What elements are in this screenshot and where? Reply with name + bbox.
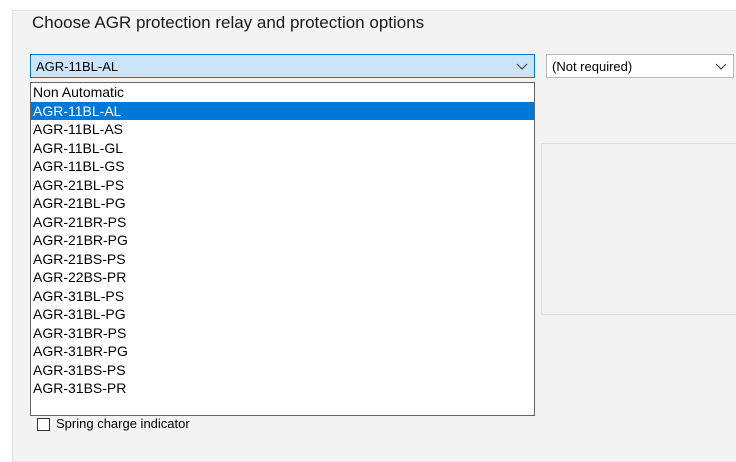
relay-list-item[interactable]: AGR-31BS-PS — [31, 361, 534, 380]
relay-combobox[interactable]: AGR-11BL-AL — [30, 54, 535, 78]
relay-list-item[interactable]: AGR-11BL-GS — [31, 157, 534, 176]
relay-combobox-value: AGR-11BL-AL — [36, 59, 119, 74]
chevron-down-icon — [516, 63, 528, 70]
protection-option-combobox-value: (Not required) — [552, 59, 633, 74]
options-groupbox — [541, 143, 736, 315]
relay-list-item[interactable]: AGR-21BL-PG — [31, 194, 534, 213]
relay-list-item[interactable]: AGR-31BL-PG — [31, 305, 534, 324]
relay-list-item[interactable]: AGR-31BL-PS — [31, 287, 534, 306]
relay-list-item[interactable]: AGR-21BR-PS — [31, 213, 534, 232]
relay-list-item[interactable]: AGR-31BS-PR — [31, 379, 534, 398]
relay-list-item[interactable]: AGR-11BL-AS — [31, 120, 534, 139]
spring-charge-indicator-label: Spring charge indicator — [56, 416, 190, 431]
relay-list-item[interactable]: AGR-22BS-PR — [31, 268, 534, 287]
protection-option-combobox[interactable]: (Not required) — [546, 54, 734, 78]
relay-list-item[interactable]: AGR-31BR-PG — [31, 342, 534, 361]
relay-dropdown-list[interactable]: Non Automatic AGR-11BL-AL AGR-11BL-AS AGR-1… — [30, 82, 535, 416]
checkbox-box[interactable] — [37, 418, 50, 431]
relay-list-item[interactable]: AGR-31BR-PS — [31, 324, 534, 343]
relay-list-item[interactable]: AGR-21BS-PS — [31, 250, 534, 269]
dialog-title: Choose AGR protection relay and protecti… — [32, 13, 425, 32]
relay-list-item[interactable]: AGR-11BL-GL — [31, 139, 534, 158]
chevron-down-icon — [715, 63, 727, 70]
relay-list-item[interactable]: AGR-21BL-PS — [31, 176, 534, 195]
relay-list-item[interactable]: AGR-21BR-PG — [31, 231, 534, 250]
relay-list-item[interactable]: AGR-11BL-AL — [31, 101, 534, 120]
relay-list-item[interactable]: Non Automatic — [31, 83, 534, 102]
